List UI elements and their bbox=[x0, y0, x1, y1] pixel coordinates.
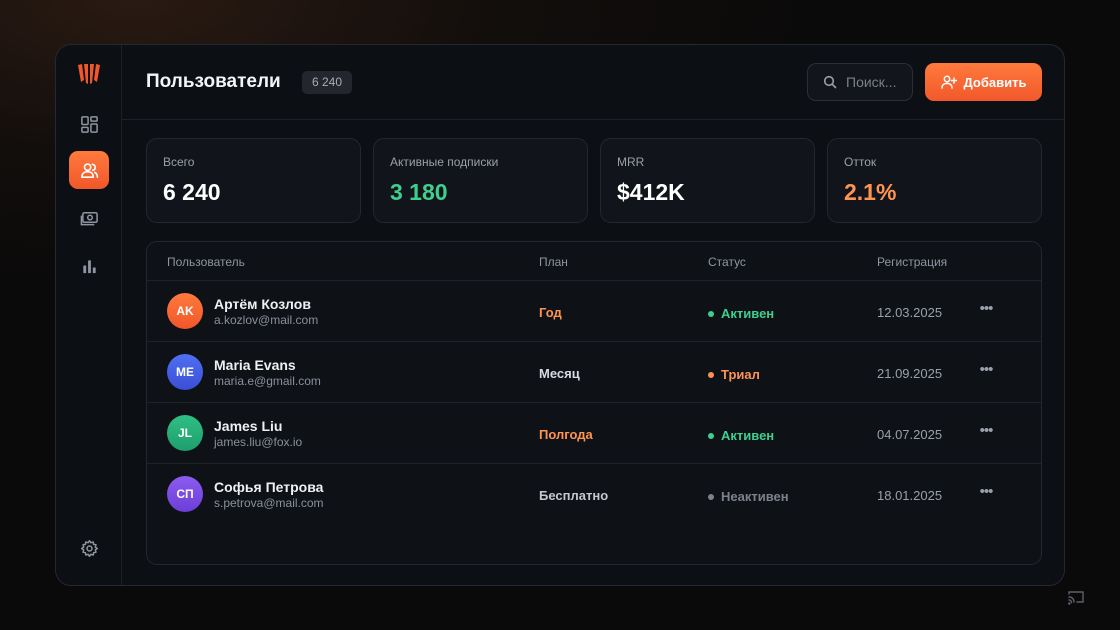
add-user-icon bbox=[940, 75, 957, 89]
status-text: Активен bbox=[721, 306, 775, 321]
table-row[interactable]: ME Maria Evans maria.e@gmail.com Месяц Т… bbox=[147, 342, 1041, 403]
add-user-button[interactable]: Добавить bbox=[925, 63, 1042, 101]
user-name: Maria Evans bbox=[214, 357, 296, 373]
payments-icon bbox=[80, 211, 98, 225]
kpi-value: $412K bbox=[617, 179, 685, 205]
user-count-badge: 6 240 bbox=[302, 71, 353, 94]
analytics-icon bbox=[82, 259, 96, 273]
more-options-icon[interactable]: ••• bbox=[975, 421, 997, 445]
status-text: Триал bbox=[721, 367, 760, 382]
sidebar-item-settings[interactable] bbox=[69, 529, 109, 567]
avatar: JL bbox=[167, 415, 203, 451]
column-header-user[interactable]: Пользователь bbox=[167, 255, 245, 269]
registration-date: 12.03.2025 bbox=[877, 305, 943, 320]
kpi-card-total: Всего 6 240 bbox=[146, 138, 361, 223]
sidebar-item-analytics[interactable] bbox=[69, 247, 109, 285]
kpi-value: 2.1% bbox=[844, 179, 897, 205]
sidebar bbox=[56, 45, 122, 585]
kpi-label: Отток bbox=[844, 155, 877, 169]
add-user-label: Добавить bbox=[963, 74, 1027, 90]
user-email: a.kozlov@mail.com bbox=[214, 313, 319, 327]
search-input[interactable]: Поиск... bbox=[807, 63, 913, 101]
status-badge: Активен bbox=[708, 428, 774, 443]
kpi-card-active-subscriptions: Активные подписки 3 180 bbox=[373, 138, 588, 223]
user-email: maria.e@gmail.com bbox=[214, 374, 321, 388]
status-dot bbox=[708, 493, 714, 500]
status-badge: Активен bbox=[708, 306, 774, 321]
status-dot bbox=[708, 371, 714, 378]
plan-label: Бесплатно bbox=[539, 488, 609, 503]
cast-icon bbox=[1067, 591, 1084, 605]
table-header: Пользователь План Статус Регистрация bbox=[147, 242, 1041, 281]
sidebar-item-payments[interactable] bbox=[69, 199, 109, 237]
status-badge: Триал bbox=[708, 367, 760, 382]
header: Пользователи 6 240 Поиск... Добавить bbox=[122, 45, 1064, 120]
user-name: Артём Козлов bbox=[214, 296, 311, 312]
status-badge: Неактивен bbox=[708, 489, 789, 504]
users-table: Пользователь План Статус Регистрация AK … bbox=[146, 241, 1042, 565]
user-name: James Liu bbox=[214, 418, 283, 434]
kpi-label: Активные подписки bbox=[390, 155, 499, 169]
avatar: ME bbox=[167, 354, 203, 390]
page-title: Пользователи bbox=[146, 71, 281, 92]
user-email: s.petrova@mail.com bbox=[214, 496, 324, 510]
kpi-value: 6 240 bbox=[163, 179, 221, 205]
kpi-card-mrr: MRR $412K bbox=[600, 138, 815, 223]
registration-date: 21.09.2025 bbox=[877, 366, 943, 381]
sidebar-item-users[interactable] bbox=[69, 151, 109, 189]
kpi-label: Всего bbox=[163, 155, 195, 169]
settings-icon bbox=[80, 539, 98, 557]
registration-date: 18.01.2025 bbox=[877, 488, 943, 503]
table-row[interactable]: JL James Liu james.liu@fox.io Полгода Ак… bbox=[147, 403, 1041, 464]
logo-icon[interactable] bbox=[77, 63, 101, 85]
user-email: james.liu@fox.io bbox=[214, 435, 303, 449]
more-options-icon[interactable]: ••• bbox=[975, 482, 997, 506]
table-row[interactable]: СП Софья Петрова s.petrova@mail.com Бесп… bbox=[147, 464, 1041, 525]
column-header-registration[interactable]: Регистрация bbox=[877, 255, 947, 269]
search-icon bbox=[823, 75, 837, 89]
plan-label: Полгода bbox=[539, 427, 593, 442]
dashboard-icon bbox=[80, 115, 98, 133]
status-dot bbox=[708, 432, 714, 439]
users-icon bbox=[80, 162, 98, 178]
status-text: Активен bbox=[721, 428, 775, 443]
status-text: Неактивен bbox=[721, 489, 789, 504]
column-header-status[interactable]: Статус bbox=[708, 255, 746, 269]
plan-label: Месяц bbox=[539, 366, 580, 381]
app-window: Пользователи 6 240 Поиск... Добавить Все… bbox=[55, 44, 1065, 586]
table-row[interactable]: AK Артём Козлов a.kozlov@mail.com Год Ак… bbox=[147, 281, 1041, 342]
column-header-plan[interactable]: План bbox=[539, 255, 568, 269]
kpi-card-churn: Отток 2.1% bbox=[827, 138, 1042, 223]
kpi-label: MRR bbox=[617, 155, 645, 169]
user-name: Софья Петрова bbox=[214, 479, 324, 495]
kpi-value: 3 180 bbox=[390, 179, 448, 205]
avatar: AK bbox=[167, 293, 203, 329]
more-options-icon[interactable]: ••• bbox=[975, 360, 997, 384]
sidebar-item-dashboard[interactable] bbox=[69, 105, 109, 143]
registration-date: 04.07.2025 bbox=[877, 427, 943, 442]
search-placeholder: Поиск... bbox=[846, 74, 897, 90]
plan-label: Год bbox=[539, 305, 562, 320]
more-options-icon[interactable]: ••• bbox=[975, 299, 997, 323]
status-dot bbox=[708, 310, 714, 317]
avatar: СП bbox=[167, 476, 203, 512]
